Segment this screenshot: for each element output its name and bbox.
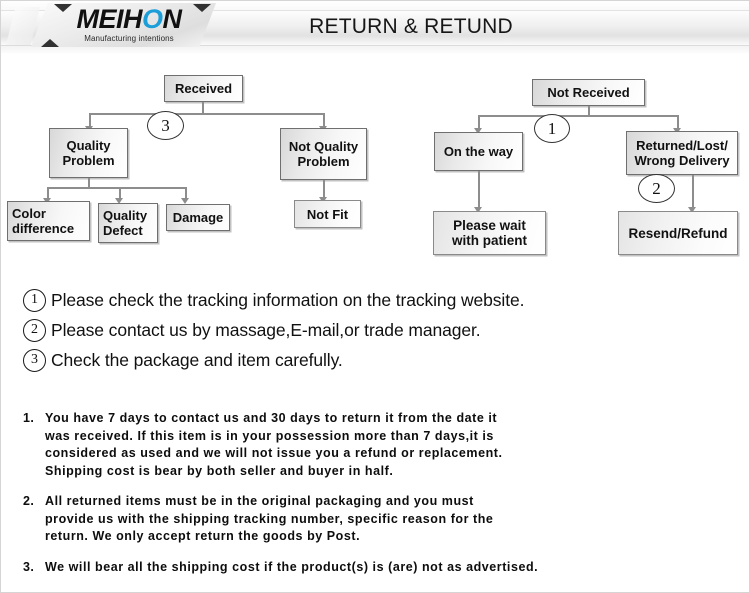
- node-not-received: Not Received: [532, 79, 645, 106]
- policy-line: All returned items must be in the origin…: [45, 494, 474, 508]
- flowchart-area: Received 3 Quality Problem Not Quality P…: [1, 53, 749, 263]
- brand-logo: MEIHON: [64, 6, 194, 33]
- node-not-received-label: Not Received: [547, 85, 630, 100]
- brand-logo-accent: O: [141, 4, 163, 34]
- leaf-quality-defect-line2: Defect: [103, 223, 143, 238]
- logo-triangle-bottom-icon: [41, 39, 59, 47]
- node-resend-refund: Resend/Refund: [618, 211, 738, 255]
- node-received: Received: [164, 75, 243, 102]
- policy-number: 3.: [23, 560, 35, 574]
- node-on-the-way: On the way: [434, 132, 523, 171]
- node-quality-problem: Quality Problem: [49, 128, 128, 178]
- policy-paragraph: 2. All returned items must be in the ori…: [23, 493, 493, 546]
- node-received-label: Received: [174, 81, 233, 96]
- brand-tagline: Manufacturing intentions: [84, 34, 174, 43]
- leaf-color-difference-line1: Color: [12, 206, 46, 221]
- policy-body: You have 7 days to contact us and 30 day…: [45, 410, 503, 480]
- policy-number: 1.: [23, 411, 35, 425]
- node-not-quality-problem: Not Quality Problem: [280, 128, 367, 180]
- connector-not-received-bus: [478, 115, 678, 117]
- policy-line: Shipping cost is bear by both seller and…: [45, 463, 394, 478]
- policy-paragraph: 1. You have 7 days to contact us and 30 …: [23, 410, 503, 480]
- marker-two: 2: [638, 174, 675, 203]
- connector-received-bus: [89, 113, 324, 115]
- policy-line: considered as used and we will not issue…: [45, 446, 503, 460]
- node-resend-refund-label: Resend/Refund: [628, 225, 728, 241]
- step-item: 1 Please check the tracking information …: [23, 285, 524, 315]
- node-returned-line2: Wrong Delivery: [634, 153, 730, 168]
- node-on-the-way-label: On the way: [443, 144, 514, 159]
- logo-triangle-right-icon: [193, 4, 211, 12]
- node-returned-line1: Returned/Lost/: [636, 138, 728, 153]
- connector-on-the-way-to-wait: [478, 171, 480, 208]
- marker-three-label: 3: [161, 115, 170, 135]
- policy-line: You have 7 days to contact us and 30 day…: [45, 411, 498, 425]
- brand-logo-tail: N: [162, 4, 183, 34]
- leaf-not-fit-label: Not Fit: [306, 206, 349, 222]
- node-quality-problem-line1: Quality: [66, 138, 111, 153]
- page-title: RETURN & RETUND: [309, 15, 513, 38]
- connector-to-not-quality: [323, 113, 325, 127]
- leaf-damage: Damage: [166, 204, 230, 231]
- marker-three: 3: [147, 111, 184, 140]
- node-please-wait-line2: with patient: [452, 233, 527, 248]
- step-text: Please contact us by massage,E-mail,or t…: [51, 319, 481, 340]
- leaf-color-difference: Color difference: [7, 201, 90, 241]
- brand-logo-main: MEIH: [76, 4, 142, 34]
- step-number: 2: [23, 318, 46, 342]
- node-please-wait-line1: Please wait: [453, 218, 526, 233]
- leaf-damage-label: Damage: [172, 210, 224, 225]
- step-text: Check the package and item carefully.: [51, 349, 343, 370]
- node-not-quality-problem-line2: Problem: [297, 154, 350, 169]
- policy-line: return. We only accept return the goods …: [45, 529, 361, 543]
- policy-paragraph: 3. We will bear all the shipping cost if…: [23, 559, 538, 577]
- marker-one-label: 1: [547, 118, 557, 138]
- node-quality-problem-line2: Problem: [62, 153, 115, 168]
- leaf-quality-defect-line1: Quality: [103, 208, 148, 223]
- connector-to-quality: [89, 113, 91, 127]
- step-number: 3: [23, 348, 46, 372]
- step-number: 1: [23, 288, 46, 312]
- step-text: Please check the tracking information on…: [51, 289, 525, 310]
- marker-one: 1: [534, 114, 570, 143]
- node-returned-lost-wrong: Returned/Lost/ Wrong Delivery: [626, 131, 738, 175]
- leaf-quality-defect: Quality Defect: [98, 203, 158, 243]
- policy-line: provide us with the shipping tracking nu…: [45, 511, 494, 526]
- leaf-color-difference-line2: difference: [12, 221, 75, 236]
- policy-number: 2.: [23, 494, 35, 508]
- connector-quality-bus: [47, 187, 186, 189]
- policy-body: We will bear all the shipping cost if th…: [45, 559, 538, 577]
- policy-line: was received. If this item is in your po…: [45, 428, 494, 443]
- node-please-wait: Please wait with patient: [433, 211, 546, 255]
- marker-two-label: 2: [652, 178, 661, 198]
- page-header: MEIHON Manufacturing intentions RETURN &…: [1, 1, 749, 53]
- step-item: 2 Please contact us by massage,E-mail,or…: [23, 315, 481, 345]
- leaf-not-fit: Not Fit: [294, 200, 361, 228]
- connector-returned-to-resend: [692, 175, 694, 208]
- instruction-steps: 1 Please check the tracking information …: [1, 279, 749, 379]
- policy-line: We will bear all the shipping cost if th…: [45, 560, 539, 574]
- connector-not-quality-to-not-fit: [323, 180, 325, 198]
- return-policy-page: MEIHON Manufacturing intentions RETURN &…: [0, 0, 750, 593]
- connector-to-on-the-way: [478, 115, 480, 129]
- step-item: 3 Check the package and item carefully.: [23, 345, 343, 375]
- policy-body: All returned items must be in the origin…: [45, 493, 493, 546]
- connector-to-returned: [677, 115, 679, 129]
- node-not-quality-problem-line1: Not Quality: [288, 139, 359, 154]
